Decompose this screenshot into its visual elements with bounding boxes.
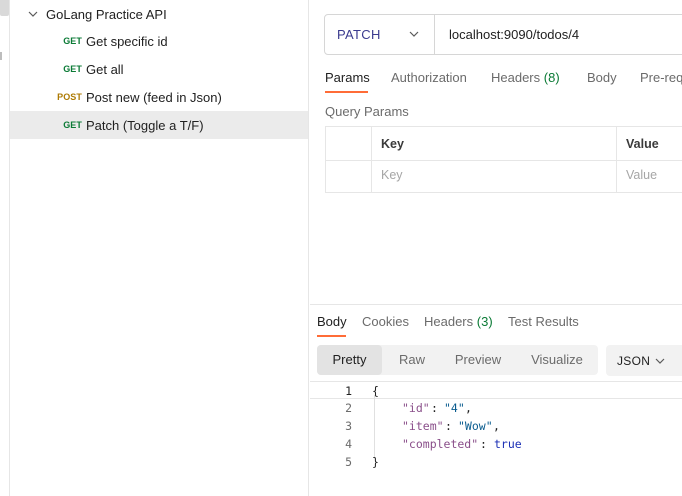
collection-folder-row[interactable]: GoLang Practice API [10,0,308,28]
request-name: Get specific id [86,33,168,49]
json-key: "id" [402,401,430,415]
param-value-input[interactable]: Value [626,168,657,182]
json-colon: : [445,419,452,433]
request-method-badge: GET [63,120,82,130]
code-line: 4 "completed" : true [310,435,682,453]
json-comma: , [493,419,500,433]
tab-authorization[interactable]: Authorization [391,70,467,85]
json-key: "completed" [402,437,479,451]
line-number: 2 [345,401,352,415]
request-item[interactable]: POST Post new (feed in Json) [10,83,308,111]
tab-response-body[interactable]: Body [317,314,347,329]
indent-guide [374,395,375,457]
chevron-down-icon [655,358,665,364]
code-line: 5 } [310,453,682,471]
tab-pre-request[interactable]: Pre-req [640,70,682,85]
active-tab-indicator [325,91,368,93]
request-item-active[interactable]: GET Patch (Toggle a T/F) [10,111,308,139]
code-line: 3 "item" : "Wow" , [310,417,682,435]
code-line: 1 { [310,381,682,399]
tab-params[interactable]: Params [325,70,370,85]
json-value: "Wow" [458,419,493,433]
response-format-select[interactable]: JSON [606,345,682,376]
column-header-key: Key [381,137,404,151]
param-key-input[interactable]: Key [381,168,403,182]
request-method-badge: POST [57,92,82,102]
query-params-table: Key Value Key Value [325,126,682,193]
line-number: 3 [345,419,352,433]
column-header-value: Value [626,137,659,151]
response-format-value: JSON [617,354,651,368]
tab-headers[interactable]: Headers (8) [491,70,560,85]
response-body-code[interactable]: 1 { 2 "id" : "4" , 3 "item" : "Wow" , 4 … [310,380,682,490]
tab-body[interactable]: Body [587,70,617,85]
collection-sidebar: GoLang Practice API GET Get specific id … [10,0,309,496]
left-rail [0,0,10,496]
request-name: Get all [86,61,124,77]
json-colon: : [431,401,438,415]
view-preview-button[interactable]: Preview [445,345,511,375]
json-brace: } [372,455,379,469]
table-divider [326,160,682,161]
scrollbar-thumb[interactable] [0,0,9,16]
tab-cookies[interactable]: Cookies [362,314,409,329]
view-raw-button[interactable]: Raw [387,345,437,375]
json-key: "item" [402,419,444,433]
json-value: "4" [444,401,465,415]
request-method-badge: GET [63,64,82,74]
headers-count: (8) [543,70,560,85]
active-tab-indicator [317,335,346,337]
request-editor: PATCH localhost:9090/todos/4 Params Auth… [310,0,682,496]
line-number: 5 [345,455,352,469]
line-number: 4 [345,437,352,451]
response-divider[interactable] [310,304,682,305]
code-line: 2 "id" : "4" , [310,399,682,417]
response-headers-count: (3) [476,314,493,329]
chevron-down-icon [409,31,419,37]
json-comma: , [465,401,472,415]
url-bar: PATCH localhost:9090/todos/4 [324,14,682,55]
tab-test-results[interactable]: Test Results [508,314,579,329]
tab-response-headers[interactable]: Headers (3) [424,314,493,329]
response-view-toggle: Pretty Raw Preview Visualize [317,345,598,375]
json-value: true [494,437,522,451]
view-visualize-button[interactable]: Visualize [519,345,595,375]
tab-response-headers-label: Headers [424,314,474,329]
request-name: Patch (Toggle a T/F) [86,117,204,133]
url-input[interactable]: localhost:9090/todos/4 [435,27,579,42]
tab-headers-label: Headers [491,70,541,85]
json-colon: : [480,437,487,451]
request-item[interactable]: GET Get specific id [10,27,308,55]
collection-folder-name: GoLang Practice API [46,6,167,22]
query-params-title: Query Params [325,104,409,119]
http-method-select[interactable]: PATCH [325,15,435,54]
rail-marker [0,52,2,60]
view-pretty-button[interactable]: Pretty [317,345,382,375]
request-name: Post new (feed in Json) [86,89,222,105]
request-method-badge: GET [63,36,82,46]
chevron-down-icon[interactable] [27,8,39,20]
line-number: 1 [345,384,352,398]
http-method-value: PATCH [337,27,381,42]
request-item[interactable]: GET Get all [10,55,308,83]
